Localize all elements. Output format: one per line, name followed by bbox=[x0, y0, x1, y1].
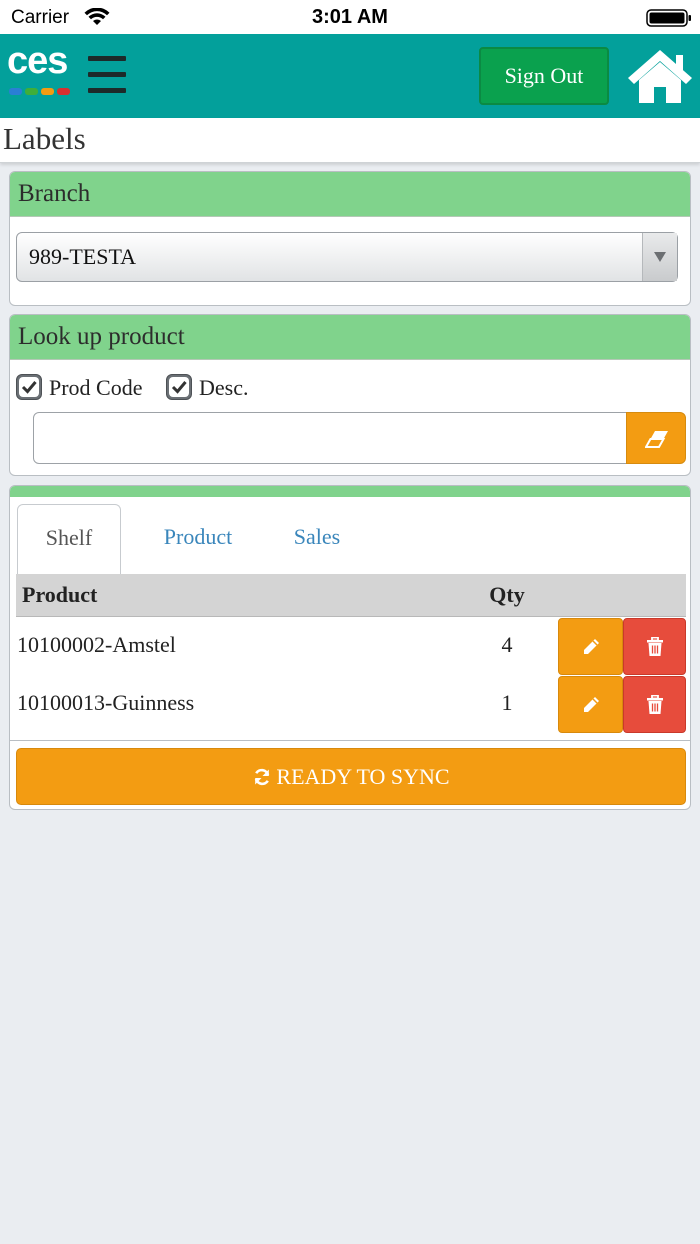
clock: 3:01 AM bbox=[312, 6, 388, 28]
app-header: ces Sign Out bbox=[0, 34, 700, 118]
title-bar: Labels bbox=[0, 118, 700, 163]
column-header-product: Product bbox=[22, 582, 98, 607]
lookup-options: Prod Code Desc. bbox=[16, 374, 676, 402]
sync-label: READY TO SYNC bbox=[276, 764, 450, 789]
divider bbox=[10, 740, 690, 741]
product-cell: 10100002-Amstel bbox=[17, 632, 176, 657]
qty-cell: 1 bbox=[501, 690, 513, 715]
labels-list-panel: Shelf Product Sales Product Qty 10100002… bbox=[9, 485, 691, 810]
prod-code-checkbox[interactable] bbox=[16, 374, 42, 400]
lookup-panel: Look up product Prod Code Desc. bbox=[9, 314, 691, 476]
tab-product[interactable]: Product bbox=[145, 504, 251, 574]
desc-checkbox[interactable] bbox=[166, 374, 192, 400]
logo-text: ces bbox=[7, 40, 68, 82]
refresh-icon bbox=[255, 768, 270, 786]
pencil-icon bbox=[583, 638, 599, 654]
battery-icon bbox=[646, 9, 691, 27]
tab-bar: Shelf Product Sales bbox=[17, 504, 685, 574]
lookup-heading: Look up product bbox=[10, 315, 690, 360]
panel-header-strip bbox=[10, 486, 690, 497]
sign-out-button[interactable]: Sign Out bbox=[479, 47, 609, 105]
table-row: 10100013-Guinness 1 bbox=[16, 676, 686, 733]
tab-sales[interactable]: Sales bbox=[277, 504, 357, 574]
table-row: 10100002-Amstel 4 bbox=[16, 618, 686, 675]
delete-button[interactable] bbox=[623, 676, 686, 733]
checkmark-icon bbox=[169, 377, 189, 397]
qty-cell: 4 bbox=[501, 632, 513, 657]
trash-icon bbox=[646, 694, 663, 714]
home-icon[interactable] bbox=[626, 47, 694, 105]
checkmark-icon bbox=[19, 377, 39, 397]
ces-logo[interactable]: ces bbox=[7, 40, 75, 96]
edit-button[interactable] bbox=[558, 676, 623, 733]
prod-code-label: Prod Code bbox=[49, 375, 143, 400]
trash-icon bbox=[646, 636, 663, 656]
hamburger-menu-icon[interactable] bbox=[88, 56, 128, 98]
logo-dots bbox=[9, 88, 70, 95]
table-header: Product Qty bbox=[16, 574, 686, 617]
page-title: Labels bbox=[3, 121, 86, 156]
ready-to-sync-button[interactable]: READY TO SYNC bbox=[16, 748, 686, 805]
delete-button[interactable] bbox=[623, 618, 686, 675]
pencil-icon bbox=[583, 696, 599, 712]
column-header-qty: Qty bbox=[489, 582, 525, 607]
select-arrow[interactable] bbox=[642, 233, 677, 281]
status-bar: Carrier 3:01 AM bbox=[0, 0, 700, 34]
clear-search-button[interactable] bbox=[626, 412, 686, 464]
branch-select[interactable]: 989-TESTA bbox=[16, 232, 678, 282]
edit-button[interactable] bbox=[558, 618, 623, 675]
desc-label: Desc. bbox=[199, 375, 249, 400]
branch-panel: Branch 989-TESTA bbox=[9, 171, 691, 306]
product-search-input[interactable] bbox=[33, 412, 629, 464]
branch-selected-value: 989-TESTA bbox=[29, 244, 137, 269]
eraser-icon bbox=[645, 431, 668, 448]
chevron-down-icon bbox=[654, 252, 666, 262]
tab-shelf[interactable]: Shelf bbox=[17, 504, 121, 574]
branch-heading: Branch bbox=[10, 172, 690, 217]
product-cell: 10100013-Guinness bbox=[17, 690, 195, 715]
